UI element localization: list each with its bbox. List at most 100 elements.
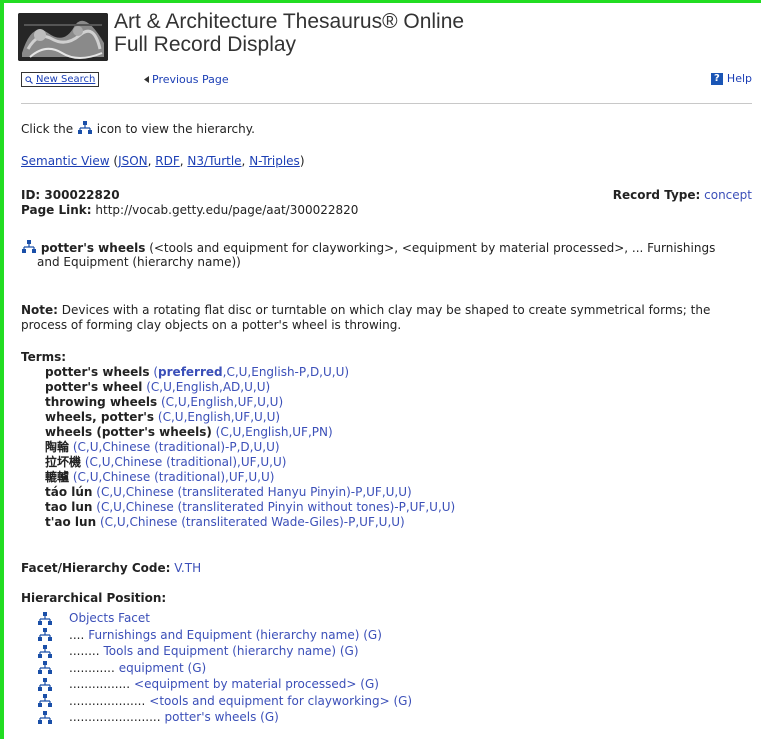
facet-code[interactable]: V.TH [174,561,201,575]
json-link[interactable]: JSON [118,154,148,168]
hierarchy-link[interactable]: equipment (G) [119,661,206,676]
help-icon: ? [710,72,723,85]
hierarchy-row: Objects Facet [37,611,150,626]
term-row: 陶輪 (C,U,Chinese (traditional)-P,D,U,U) [45,440,455,455]
record-type-value[interactable]: concept [704,188,752,202]
hierarchy-row: ........................ potter's wheels … [37,710,279,725]
hierarchy-indent-dots: ................ [69,677,131,691]
term-attributes[interactable]: (C,U,Chinese (traditional)-P,D,U,U) [73,440,280,454]
previous-page-label: Previous Page [152,73,229,86]
hierarchy-link[interactable]: <tools and equipment for clayworking> (G… [149,694,412,709]
term-name: 拉坏機 [45,455,82,469]
hierarchy-indent-dots: ............ [69,660,115,675]
nav-bar: New Search Previous Page ? Help [4,72,761,88]
term-attributes[interactable]: (C,U,Chinese (transliterated Wade-Giles)… [100,515,405,529]
page-link-url: http://vocab.getty.edu/page/aat/30002282… [95,203,359,217]
facet-label: Facet/Hierarchy Code: [21,561,171,575]
facet-row: Facet/Hierarchy Code: V.TH [21,561,201,576]
note-label: Note: [21,303,58,317]
hierarchy-row: ............ equipment (G) [37,661,206,676]
term-name: potter's wheel [45,380,143,394]
ntriples-link[interactable]: N-Triples [249,154,300,168]
hierarchy-icon[interactable] [37,628,53,642]
hierarchy-link[interactable]: Furnishings and Equipment (hierarchy nam… [88,628,382,643]
term-name: táo lún [45,485,93,499]
hierarchy-row: .................... <tools and equipment… [37,694,412,709]
page-link-label: Page Link: [21,203,92,217]
term-row: 轆轤 (C,U,Chinese (traditional),UF,U,U) [45,470,455,485]
semantic-view-row: Semantic View (JSON, RDF, N3/Turtle, N-T… [21,154,305,168]
term-attributes[interactable]: (C,U,English,UF,U,U) [158,410,280,424]
hierarchy-instruction: Click the icon to view the hierarchy. [21,121,255,137]
term-attributes[interactable]: (C,U,English,UF,U,U) [161,395,283,409]
hierarchy-row: ................ <equipment by material p… [37,677,379,692]
preferred-flag[interactable]: preferred [158,365,223,379]
n3-link[interactable]: N3/Turtle [187,154,241,168]
hierarchy-icon[interactable] [21,240,37,254]
id-label: ID: [21,188,41,202]
main-term-name: potter's wheels [40,241,146,255]
terms-list: potter's wheels (preferred,C,U,English-P… [45,365,455,530]
note-text-line2: process of forming clay objects on a pot… [21,318,402,332]
terms-label: Terms: [21,350,67,364]
previous-page-link[interactable]: Previous Page [144,73,229,86]
instruction-before: Click the [21,122,74,136]
hierarchy-icon[interactable] [37,710,53,725]
term-row: t'ao lun (C,U,Chinese (transliterated Wa… [45,515,455,530]
main-term-context: (<tools and equipment for clayworking>, … [149,241,716,255]
new-search-label: New Search [36,74,96,85]
term-row: wheels, potter's (C,U,English,UF,U,U) [45,410,455,425]
term-attributes[interactable]: (C,U,English,UF,PN) [216,425,333,439]
term-name: t'ao lun [45,515,97,529]
hierarchy-row: .... Furnishings and Equipment (hierarchy… [37,628,382,643]
semantic-view-link[interactable]: Semantic View [21,154,110,168]
term-attributes[interactable]: (C,U,Chinese (traditional),UF,U,U) [85,455,287,469]
term-row: wheels (potter's wheels) (C,U,English,UF… [45,425,455,440]
help-label: Help [726,72,752,85]
term-attributes[interactable]: (C,U,Chinese (transliterated Pinyin with… [96,500,455,514]
term-name: wheels (potter's wheels) [45,425,212,439]
divider [21,103,752,104]
hierarchy-label: Hierarchical Position: [21,591,167,605]
term-attributes[interactable]: (C,U,Chinese (traditional),UF,U,U) [73,470,275,484]
page-title: Full Record Display [114,33,297,56]
hierarchy-icon[interactable] [37,677,53,692]
term-name: throwing wheels [45,395,158,409]
main-term: potter's wheels (<tools and equipment fo… [21,240,715,256]
term-name: 陶輪 [45,440,70,454]
help-link[interactable]: ? Help [710,72,752,85]
hierarchy-icon[interactable] [37,644,53,659]
term-row: táo lún (C,U,Chinese (transliterated Han… [45,485,455,500]
term-attributes[interactable]: ,C,U,English-P,D,U,U) [223,365,349,379]
term-row: 拉坏機 (C,U,Chinese (traditional),UF,U,U) [45,455,455,470]
hierarchy-indent-dots: ........ [69,644,100,658]
hierarchy-icon[interactable] [37,694,53,708]
page-frame: Art & Architecture Thesaurus® Online Ful… [0,0,761,739]
getty-logo [18,13,108,61]
page-link-row: Page Link: http://vocab.getty.edu/page/a… [21,203,358,218]
term-name: potter's wheels [45,365,150,379]
hierarchy-icon[interactable] [37,611,53,626]
record-page: Art & Architecture Thesaurus® Online Ful… [4,3,761,739]
scope-note: Note: Devices with a rotating flat disc … [21,303,710,318]
term-attributes[interactable]: (C,U,English,AD,U,U) [146,380,270,394]
hierarchy-link[interactable]: potter's wheels (G) [165,710,279,725]
hierarchy-indent-dots: ........................ [69,710,161,724]
hierarchy-link[interactable]: Objects Facet [69,611,150,626]
term-row: potter's wheel (C,U,English,AD,U,U) [45,380,455,395]
page-titles: Art & Architecture Thesaurus® Online Ful… [114,10,464,56]
hierarchy-icon[interactable] [37,661,53,675]
search-icon [25,75,33,84]
term-row: throwing wheels (C,U,English,UF,U,U) [45,395,455,410]
main-term-context-cont: and Equipment (hierarchy name)) [37,255,241,269]
hierarchy-link[interactable]: Tools and Equipment (hierarchy name) (G) [104,644,359,659]
hierarchy-indent-dots: .... [69,627,85,642]
term-attributes[interactable]: (C,U,Chinese (transliterated Hanyu Pinyi… [96,485,411,499]
hierarchy-indent-dots: .................... [69,693,146,708]
record-id-row: ID: 300022820 [21,188,120,203]
rdf-link[interactable]: RDF [155,154,179,168]
record-type-label: Record Type: [612,188,701,202]
hierarchy-link[interactable]: <equipment by material processed> (G) [134,677,379,692]
term-name: 轆轤 [45,470,70,484]
new-search-button[interactable]: New Search [21,72,100,87]
